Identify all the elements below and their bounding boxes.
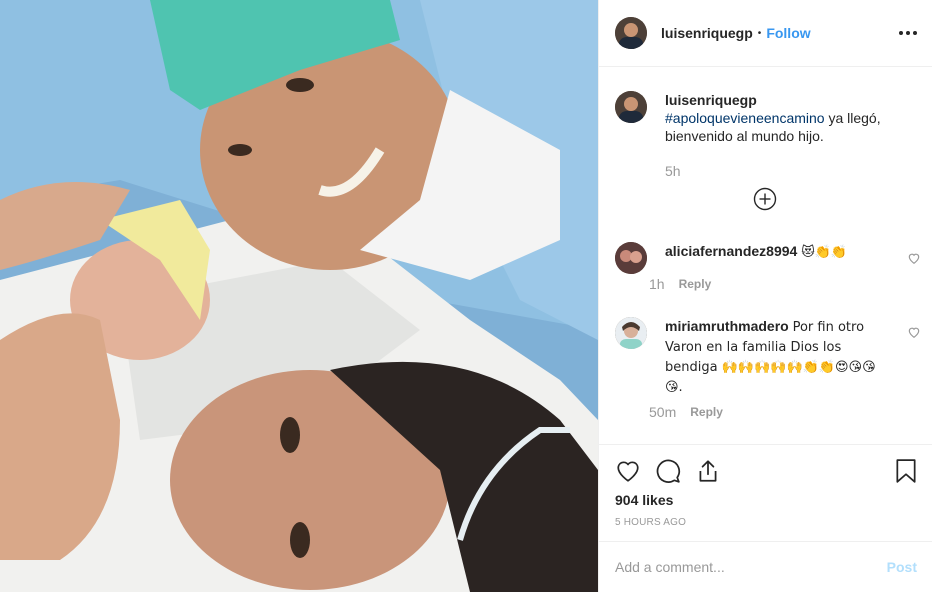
comment-bubble-icon[interactable] <box>655 458 681 484</box>
instagram-post: luisenriquegp • Follow luisenriquegp #ap… <box>0 0 932 592</box>
post-button[interactable]: Post <box>887 559 917 575</box>
more-horizontal-icon[interactable] <box>899 24 917 42</box>
comments-section: luisenriquegp #apoloquevieneencamino ya … <box>599 67 932 445</box>
heart-icon[interactable] <box>907 325 921 339</box>
comment-item: aliciafernandez8994 😻👏👏 <box>615 242 915 274</box>
plus-circle-icon[interactable] <box>753 187 777 211</box>
heart-icon[interactable] <box>907 251 921 265</box>
caption-hashtag[interactable]: #apoloquevieneencamino <box>665 110 825 126</box>
comment-text: miriamruthmadero Por fin otro Varon en l… <box>665 317 879 397</box>
comment-item: miriamruthmadero Por fin otro Varon en l… <box>615 317 915 397</box>
caption-avatar[interactable] <box>615 91 647 123</box>
avatar-image <box>615 91 647 123</box>
post-header: luisenriquegp • Follow <box>599 0 932 67</box>
comment-timestamp[interactable]: 1h <box>649 276 665 292</box>
post-photo[interactable] <box>0 0 598 592</box>
avatar-image <box>615 242 647 274</box>
comment-meta: 1h Reply <box>649 276 711 292</box>
comment-timestamp[interactable]: 50m <box>649 404 676 420</box>
comment-content: 😻👏👏 <box>801 245 848 260</box>
comment-username[interactable]: aliciafernandez8994 <box>665 243 797 259</box>
share-icon[interactable] <box>695 458 721 484</box>
post-timestamp[interactable]: 5 HOURS AGO <box>615 517 686 528</box>
avatar-image <box>615 17 647 49</box>
comment-text: aliciafernandez8994 😻👏👏 <box>665 242 879 274</box>
caption: luisenriquegp #apoloquevieneencamino ya … <box>615 91 915 145</box>
likes-count[interactable]: 904 likes <box>615 492 673 508</box>
post-sidebar: luisenriquegp • Follow luisenriquegp #ap… <box>598 0 932 592</box>
caption-text: luisenriquegp #apoloquevieneencamino ya … <box>665 91 905 145</box>
commenter-avatar[interactable] <box>615 242 647 274</box>
comment-meta: 50m Reply <box>649 404 723 420</box>
follow-button[interactable]: Follow <box>766 25 810 41</box>
bookmark-icon[interactable] <box>893 458 919 484</box>
avatar-image <box>615 317 647 349</box>
add-comment-bar: Post <box>599 541 932 592</box>
comment-input[interactable] <box>615 559 887 575</box>
photo-illustration <box>0 0 598 592</box>
reply-button[interactable]: Reply <box>690 405 723 419</box>
comment-username[interactable]: miriamruthmadero <box>665 318 789 334</box>
commenter-avatar[interactable] <box>615 317 647 349</box>
author-avatar[interactable] <box>615 17 647 49</box>
reply-button[interactable]: Reply <box>679 277 712 291</box>
author-username[interactable]: luisenriquegp <box>661 25 753 41</box>
header-separator: • <box>757 27 762 39</box>
post-actions: 904 likes 5 HOURS AGO <box>599 445 932 541</box>
like-heart-icon[interactable] <box>615 458 641 484</box>
caption-timestamp[interactable]: 5h <box>665 163 681 179</box>
caption-username[interactable]: luisenriquegp <box>665 92 757 108</box>
